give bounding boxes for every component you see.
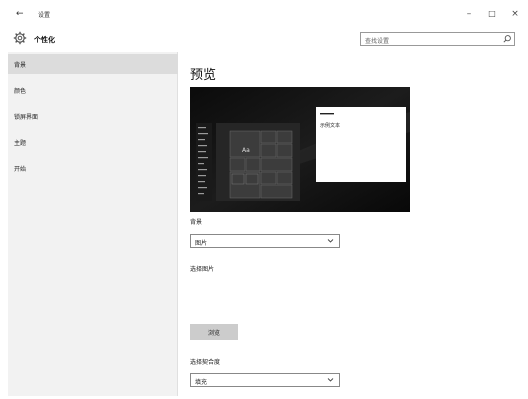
desktop-preview: Aa 示例文本 [190, 87, 410, 212]
sidebar-item-label: 颜色 [14, 88, 27, 95]
title-bar: ← 设置 – □ × [8, 4, 525, 26]
sidebar: 背景 颜色 锁屏界面 主题 开始 [8, 52, 178, 396]
sidebar-item-colors[interactable]: 颜色 [8, 80, 178, 100]
chevron-down-icon [327, 378, 334, 382]
window-title: 设置 [38, 12, 51, 19]
preview-sample-text: 示例文本 [320, 123, 341, 129]
fit-dropdown-value: 填充 [195, 379, 208, 386]
sidebar-item-label: 开始 [14, 166, 27, 173]
background-label: 背景 [190, 219, 203, 226]
maximize-button[interactable]: □ [486, 8, 498, 20]
preview-graphic [190, 87, 410, 212]
gear-icon [13, 31, 27, 45]
fit-label: 选择契合度 [190, 359, 221, 366]
browse-button[interactable]: 浏览 [190, 324, 238, 340]
page-header: 个性化 查找设置 [8, 28, 525, 52]
sidebar-item-start[interactable]: 开始 [8, 158, 178, 178]
search-input[interactable]: 查找设置 [360, 32, 515, 46]
sidebar-item-label: 锁屏界面 [14, 114, 39, 121]
sidebar-item-background[interactable]: 背景 [8, 54, 178, 74]
section-title: 预览 [190, 68, 217, 83]
main-content: 预览 Aa 示例文本 背景 图片 选择图片 浏览 选择契合度 填充 [178, 52, 525, 396]
sidebar-item-label: 主题 [14, 140, 27, 147]
settings-window: ← 设置 – □ × 个性化 查找设置 背景 颜色 锁屏界面 主题 开始 预览 … [8, 4, 525, 396]
page-title: 个性化 [34, 36, 55, 44]
search-icon[interactable] [502, 34, 512, 44]
background-dropdown[interactable]: 图片 [190, 234, 340, 248]
sidebar-item-label: 背景 [14, 62, 27, 69]
sidebar-item-lock-screen[interactable]: 锁屏界面 [8, 106, 178, 126]
minimize-button[interactable]: – [463, 8, 475, 20]
choose-picture-label: 选择图片 [190, 266, 215, 273]
fit-dropdown[interactable]: 填充 [190, 373, 340, 387]
sidebar-item-themes[interactable]: 主题 [8, 132, 178, 152]
chevron-down-icon [327, 239, 334, 243]
background-dropdown-value: 图片 [195, 240, 208, 247]
back-button[interactable]: ← [16, 8, 24, 20]
preview-tile-text: Aa [242, 147, 250, 154]
browse-button-label: 浏览 [207, 330, 220, 337]
close-button[interactable]: × [509, 8, 521, 20]
search-placeholder: 查找设置 [365, 38, 390, 45]
